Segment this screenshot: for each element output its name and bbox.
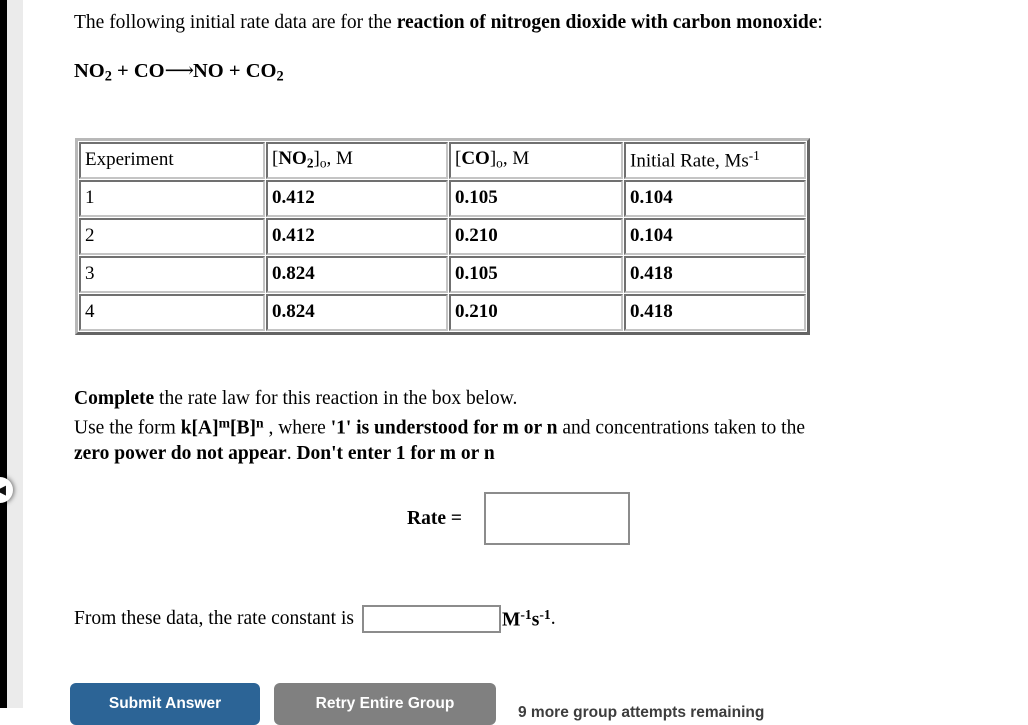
initial-rate-data-table: Experiment [NO2]o, M [CO]o, M Initial Ra… bbox=[75, 138, 810, 335]
left-gutter bbox=[7, 0, 23, 708]
equation-product-2: CO bbox=[245, 60, 277, 82]
cell-no2: 0.412 bbox=[266, 180, 448, 217]
equation-product-2-sub: 2 bbox=[276, 68, 284, 85]
rate-constant-units: M-1s-1 bbox=[501, 606, 551, 631]
rate-law-exponent-n: n bbox=[255, 415, 264, 430]
cell-co: 0.105 bbox=[449, 256, 623, 293]
intro-bold-phrase: reaction of nitrogen dioxide with carbon… bbox=[396, 12, 818, 33]
submit-answer-button[interactable]: Submit Answer bbox=[70, 683, 260, 725]
table-row: 3 0.824 0.105 0.418 bbox=[79, 256, 806, 293]
cell-experiment: 2 bbox=[79, 218, 265, 255]
cell-no2: 0.824 bbox=[266, 256, 448, 293]
window-edge-bar bbox=[0, 0, 7, 708]
rate-law-form: k[A] bbox=[180, 417, 219, 439]
table-row: 1 0.412 0.105 0.104 bbox=[79, 180, 806, 217]
cell-experiment: 1 bbox=[79, 180, 265, 217]
equation-reactant-2: CO bbox=[133, 60, 165, 82]
header-initial-rate: Initial Rate, Ms-1 bbox=[624, 142, 806, 179]
equation-reactant-1: NO bbox=[74, 60, 105, 82]
intro-prefix: The following initial rate data are for … bbox=[74, 12, 397, 33]
cell-rate: 0.418 bbox=[624, 294, 806, 331]
cell-rate: 0.104 bbox=[624, 218, 806, 255]
rate-label: Rate = bbox=[407, 507, 462, 529]
attempts-remaining-text: 9 more group attempts remaining bbox=[518, 704, 765, 721]
instruction-line-2: Use the form k[A]m[B]n , where '1' is un… bbox=[74, 415, 805, 439]
chemical-equation: NO2 + CO⟶NO + CO2 bbox=[74, 57, 284, 87]
instruction-line-1: Complete the rate law for this reaction … bbox=[74, 388, 518, 409]
instruction-dont-enter-bold: Don't enter 1 for m or n bbox=[296, 443, 495, 464]
header-co-species: CO bbox=[461, 148, 490, 170]
header-co-initial-sub: o bbox=[496, 155, 503, 171]
table-row: 4 0.824 0.210 0.418 bbox=[79, 294, 806, 331]
rate-constant-row: From these data, the rate constant is M-… bbox=[74, 605, 556, 633]
table-row: 2 0.412 0.210 0.104 bbox=[79, 218, 806, 255]
table-header-row: Experiment [NO2]o, M [CO]o, M Initial Ra… bbox=[79, 142, 806, 179]
instruction-quote-bold: '1' is understood for m or n bbox=[330, 417, 558, 439]
cell-no2: 0.412 bbox=[266, 218, 448, 255]
cell-co: 0.210 bbox=[449, 218, 623, 255]
equation-plus-1: + bbox=[111, 60, 134, 82]
intro-sentence: The following initial rate data are for … bbox=[74, 10, 823, 36]
cell-co: 0.210 bbox=[449, 294, 623, 331]
cell-rate: 0.104 bbox=[624, 180, 806, 217]
action-button-bar: Submit Answer Retry Entire Group 9 more … bbox=[70, 683, 764, 725]
rate-entry-row: Rate = bbox=[407, 492, 630, 545]
instruction-line-3: zero power do not appear. Don't enter 1 … bbox=[74, 443, 495, 464]
header-no2: [NO2]o, M bbox=[266, 142, 448, 179]
equation-product-1: NO bbox=[193, 60, 224, 82]
cell-co: 0.105 bbox=[449, 180, 623, 217]
rate-constant-input[interactable] bbox=[361, 605, 501, 633]
equation-plus-2: + bbox=[223, 60, 246, 82]
chevron-left-icon: ◀ bbox=[0, 482, 6, 498]
cell-rate: 0.418 bbox=[624, 256, 806, 293]
header-experiment: Experiment bbox=[79, 142, 265, 179]
header-co: [CO]o, M bbox=[449, 142, 623, 179]
header-initial-rate-exponent: -1 bbox=[748, 147, 760, 163]
rate-law-exponent-m: m bbox=[218, 415, 230, 430]
rate-law-input[interactable] bbox=[483, 492, 630, 545]
rate-constant-prompt: From these data, the rate constant is bbox=[74, 608, 354, 629]
problem-content: The following initial rate data are for … bbox=[23, 0, 1028, 725]
header-experiment-label: Experiment bbox=[85, 149, 174, 170]
reaction-arrow-icon: ⟶ bbox=[164, 58, 194, 82]
cell-no2: 0.824 bbox=[266, 294, 448, 331]
header-no2-species: NO bbox=[278, 148, 307, 170]
cell-experiment: 3 bbox=[79, 256, 265, 293]
instruction-complete-bold: Complete bbox=[74, 388, 155, 409]
instruction-zero-power-bold: zero power do not appear bbox=[74, 443, 287, 464]
intro-suffix: : bbox=[817, 12, 823, 33]
retry-entire-group-button[interactable]: Retry Entire Group bbox=[274, 683, 496, 725]
rate-constant-period: . bbox=[550, 608, 556, 629]
equation-reactant-1-sub: 2 bbox=[104, 68, 112, 85]
header-initial-rate-label: Initial Rate, Ms bbox=[630, 150, 749, 172]
cell-experiment: 4 bbox=[79, 294, 265, 331]
